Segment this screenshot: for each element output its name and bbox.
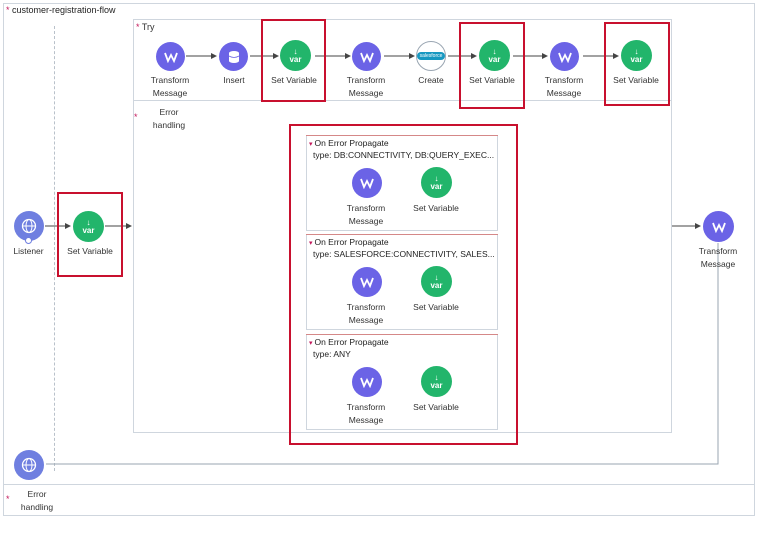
- error-handler-2-setvar-label: Set Variable: [413, 302, 459, 312]
- error-handler-3-topline: [306, 334, 498, 335]
- error-handler-3-var-icon[interactable]: ↓ var: [421, 366, 452, 397]
- error-handler-3-transform-label: Transform Message: [346, 402, 386, 425]
- var-text: var: [82, 225, 95, 235]
- error-handler-3-title: ▾ On Error Propagate: [309, 337, 389, 347]
- error-handler-1-topline: [306, 135, 498, 136]
- after-try-transform-label: Transform Message: [698, 246, 738, 269]
- try-step-1-transform-icon[interactable]: [156, 42, 185, 71]
- error-handler-2-title: ▾ On Error Propagate: [309, 237, 389, 247]
- try-step-4-label: Transform Message: [346, 75, 386, 98]
- try-error-handling-label[interactable]: Error handling: [140, 106, 198, 132]
- error-handler-3-type: type: ANY: [313, 349, 351, 359]
- after-try-transform-icon[interactable]: [703, 211, 734, 242]
- source-setvar-var-icon[interactable]: ↓ var: [73, 211, 104, 242]
- flow-error-handling-label[interactable]: Error handling: [10, 488, 64, 514]
- try-step-3-var-icon[interactable]: ↓ var: [280, 40, 311, 71]
- var-text: var: [430, 280, 443, 290]
- error-handler-2-type: type: SALESFORCE:CONNECTIVITY, SALES...: [313, 249, 495, 259]
- try-step-1-label: Transform Message: [150, 75, 190, 98]
- try-title: * Try: [136, 22, 155, 32]
- try-step-6-label: Set Variable: [469, 75, 515, 85]
- error-handler-2-title-text: On Error Propagate: [314, 237, 389, 247]
- try-step-6-var-icon[interactable]: ↓ var: [479, 40, 510, 71]
- try-label: Try: [141, 22, 155, 32]
- error-handler-1-title: ▾ On Error Propagate: [309, 138, 389, 148]
- try-step-5-label: Create: [418, 75, 444, 85]
- var-text: var: [430, 380, 443, 390]
- error-handler-1-setvar-label: Set Variable: [413, 203, 459, 213]
- try-step-4-transform-icon[interactable]: [352, 42, 381, 71]
- error-handler-2-var-icon[interactable]: ↓ var: [421, 266, 452, 297]
- error-handler-1-transform-label: Transform Message: [346, 203, 386, 226]
- var-text: var: [630, 54, 643, 64]
- error-handler-3-title-text: On Error Propagate: [314, 337, 389, 347]
- try-step-8-var-icon[interactable]: ↓ var: [621, 40, 652, 71]
- try-step-2-database-icon[interactable]: [219, 42, 248, 71]
- var-text: var: [430, 181, 443, 191]
- error-handler-1-type: type: DB:CONNECTIVITY, DB:QUERY_EXEC...: [313, 150, 495, 160]
- try-step-7-transform-icon[interactable]: [550, 42, 579, 71]
- flow-error-star: *: [6, 494, 10, 504]
- error-handler-1-title-text: On Error Propagate: [314, 138, 389, 148]
- response-globe-icon[interactable]: [14, 450, 44, 480]
- try-error-divider: [134, 100, 671, 101]
- salesforce-logo: salesforce: [416, 52, 446, 60]
- error-handler-1-transform-icon[interactable]: [352, 168, 382, 198]
- error-handler-2-topline: [306, 234, 498, 235]
- error-handler-2-transform-label: Transform Message: [346, 302, 386, 325]
- error-handler-1-var-icon[interactable]: ↓ var: [421, 167, 452, 198]
- listener-label: Listener: [13, 246, 44, 256]
- error-handler-2-transform-icon[interactable]: [352, 267, 382, 297]
- try-step-2-label: Insert: [223, 75, 245, 85]
- try-step-7-label: Transform Message: [544, 75, 584, 98]
- try-step-3-label: Set Variable: [271, 75, 317, 85]
- try-step-8-label: Set Variable: [613, 75, 659, 85]
- try-error-star: *: [134, 112, 138, 122]
- try-step-5-salesforce-icon[interactable]: salesforce: [416, 41, 446, 71]
- error-handler-3-setvar-label: Set Variable: [413, 402, 459, 412]
- var-text: var: [289, 54, 302, 64]
- var-text: var: [488, 54, 501, 64]
- error-handler-3-transform-icon[interactable]: [352, 367, 382, 397]
- listener-status-dot: [25, 237, 32, 244]
- source-setvar-label: Set Variable: [67, 246, 113, 256]
